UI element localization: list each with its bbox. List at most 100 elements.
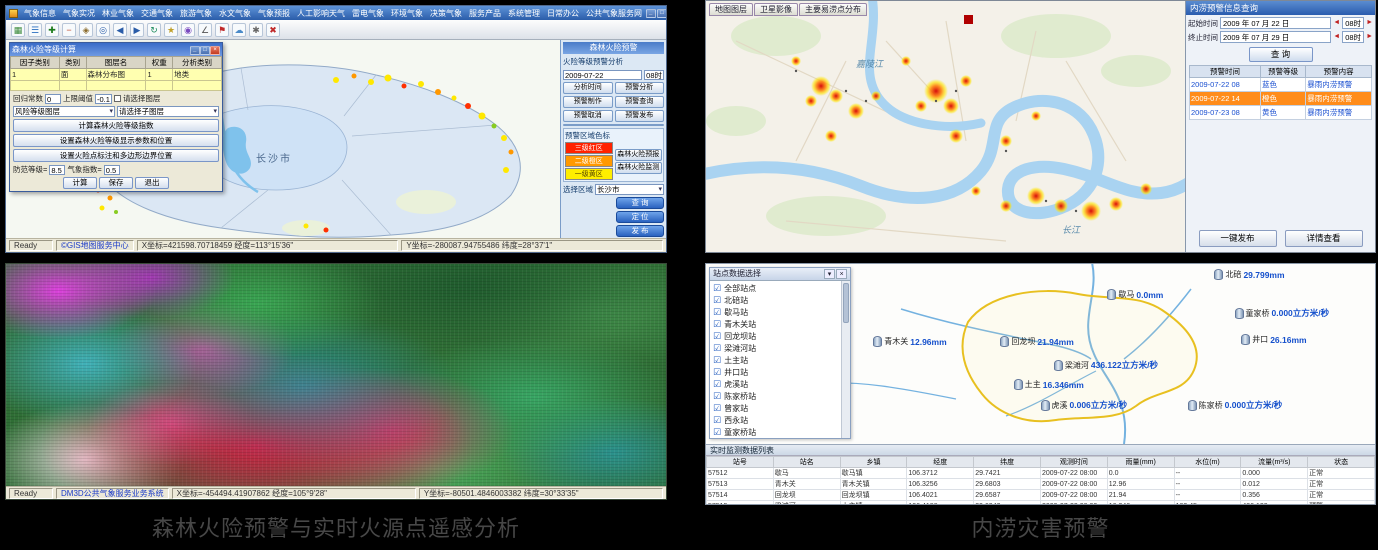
station-marker[interactable]: 梁滩河 436.122立方米/秒: [1054, 359, 1158, 371]
scrollbar[interactable]: [841, 281, 850, 438]
toolbar-icon[interactable]: ◀: [113, 23, 127, 37]
toolbar-icon[interactable]: ☰: [28, 23, 42, 37]
station-checkbox-item[interactable]: 土主站: [713, 354, 839, 366]
station-checkbox-item[interactable]: 陈家桥站: [713, 390, 839, 402]
station-marker[interactable]: 井口 26.16mm: [1241, 334, 1306, 345]
menu-item[interactable]: 气象预报: [255, 8, 293, 19]
station-marker[interactable]: 回龙坝 21.94mm: [1000, 336, 1073, 347]
table-row[interactable]: 57512歇马歇马镇106.371229.74212009-07-22 08:0…: [707, 468, 1375, 479]
table-row[interactable]: 57515梁滩河土主镇106.418829.63422009-07-22 08:…: [707, 501, 1375, 506]
menu-item[interactable]: 雷电气象: [349, 8, 387, 19]
table-row[interactable]: 1面森林分布图1地类: [11, 69, 222, 81]
query-button[interactable]: 查 询: [1249, 47, 1313, 62]
toolbar-icon[interactable]: ▦: [11, 23, 25, 37]
menu-item[interactable]: 水文气象: [216, 8, 254, 19]
collapse-icon[interactable]: [824, 269, 835, 279]
toolbar-icon[interactable]: ↻: [147, 23, 161, 37]
column-header[interactable]: 状态: [1308, 457, 1375, 468]
menu-item[interactable]: 公共气象服务网: [583, 8, 645, 19]
station-checkbox-item[interactable]: 歇马站: [713, 306, 839, 318]
toolbar-icon[interactable]: ✖: [266, 23, 280, 37]
table-row[interactable]: 57513青木关青木关镇106.325629.68032009-07-22 08…: [707, 479, 1375, 490]
station-checkbox-item[interactable]: 全部站点: [713, 282, 839, 294]
toolbar-icon[interactable]: ✚: [45, 23, 59, 37]
menu-item[interactable]: 林业气象: [99, 8, 137, 19]
region-combo[interactable]: 长沙市: [595, 184, 664, 195]
maximize-icon[interactable]: [200, 46, 210, 55]
menu-item[interactable]: 气象信息: [21, 8, 59, 19]
toolbar-icon[interactable]: ★: [164, 23, 178, 37]
spin-right-icon[interactable]: [1366, 31, 1373, 43]
menu-item[interactable]: 旅游气象: [177, 8, 215, 19]
toolbar-icon[interactable]: ⚑: [215, 23, 229, 37]
param1-input[interactable]: 8.5: [49, 165, 65, 175]
toolbar-icon[interactable]: ◈: [79, 23, 93, 37]
station-marker[interactable]: 陈家桥 0.000立方米/秒: [1188, 399, 1283, 411]
menu-item[interactable]: 系统管理: [505, 8, 543, 19]
dialog-button[interactable]: 退出: [135, 177, 169, 189]
dialog-button[interactable]: 保存: [99, 177, 133, 189]
tree-titlebar[interactable]: 站点数据选择: [710, 268, 850, 281]
checkbox[interactable]: [114, 95, 121, 102]
table-row[interactable]: 57514回龙坝回龙坝镇106.402129.65872009-07-22 08…: [707, 490, 1375, 501]
warning-button[interactable]: 分析时间: [563, 82, 613, 94]
column-header[interactable]: 因子类别: [11, 57, 60, 69]
layer-combo[interactable]: 风险等级图层: [13, 106, 115, 117]
warning-row[interactable]: 2009-07-22 08蓝色暴雨内涝预警: [1190, 78, 1372, 92]
sidebar-button[interactable]: 详情查看: [1285, 230, 1363, 247]
column-header[interactable]: 分析类别: [173, 57, 222, 69]
sublayer-combo[interactable]: 请选择子图层: [117, 106, 219, 117]
fire-mode-button[interactable]: 森林火险预报: [615, 149, 663, 161]
warning-button[interactable]: 预警查询: [615, 96, 665, 108]
layer-tab[interactable]: 卫星影像: [754, 3, 798, 16]
menu-item[interactable]: 日常办公: [544, 8, 582, 19]
layer-tab[interactable]: 主要易涝点分布: [799, 3, 867, 16]
station-checkbox-item[interactable]: 梁滩河站: [713, 342, 839, 354]
column-header[interactable]: 类别: [59, 57, 86, 69]
station-checkbox-item[interactable]: 童家桥站: [713, 426, 839, 438]
column-header[interactable]: 纬度: [974, 457, 1041, 468]
warning-button[interactable]: 预警分析: [615, 82, 665, 94]
warning-row[interactable]: 2009-07-23 08黄色暴雨内涝预警: [1190, 106, 1372, 120]
column-header[interactable]: 预警时间: [1190, 66, 1261, 78]
warning-button[interactable]: 预警取消: [563, 110, 613, 122]
close-icon[interactable]: [210, 46, 220, 55]
station-checkbox-item[interactable]: 井口站: [713, 366, 839, 378]
dialog-action-button[interactable]: 设置森林火险等级显示参数和位置: [13, 134, 219, 147]
sidebar-button[interactable]: 一键发布: [1199, 230, 1277, 247]
action-button[interactable]: 定 位: [616, 211, 664, 223]
station-marker[interactable]: 虎溪 0.006立方米/秒: [1041, 399, 1128, 411]
station-marker[interactable]: 土主 16.346mm: [1014, 379, 1084, 390]
warning-button[interactable]: 预警制作: [563, 96, 613, 108]
toolbar-icon[interactable]: ◎: [96, 23, 110, 37]
station-checkbox-item[interactable]: 青木关站: [713, 318, 839, 330]
column-header[interactable]: 水位(m): [1174, 457, 1241, 468]
toolbar-icon[interactable]: −: [62, 23, 76, 37]
threshold-input[interactable]: -0.1: [95, 94, 112, 104]
hour-from-input[interactable]: 08时: [1342, 17, 1364, 29]
toolbar-icon[interactable]: ✱: [249, 23, 263, 37]
hour-to-input[interactable]: 08时: [1342, 31, 1364, 43]
station-map[interactable]: 北碚 29.799mm 歇马 0.0mm 童家桥 0.000立方米/秒 青木关 …: [706, 264, 1375, 444]
station-checkbox-item[interactable]: 西永站: [713, 414, 839, 426]
fire-mode-button[interactable]: 森林火险监测: [615, 162, 663, 174]
date-input[interactable]: 2009-07-22: [563, 70, 642, 80]
menu-item[interactable]: 决策气象: [427, 8, 465, 19]
maximize-icon[interactable]: [657, 9, 666, 18]
scrollbar-thumb[interactable]: [843, 283, 849, 323]
column-header[interactable]: 乡镇: [840, 457, 907, 468]
column-header[interactable]: 流量(m³/s): [1241, 457, 1308, 468]
station-marker[interactable]: 北碚 29.799mm: [1214, 269, 1284, 280]
action-button[interactable]: 发 布: [616, 225, 664, 237]
minimize-icon[interactable]: [190, 46, 200, 55]
column-header[interactable]: 预警等级: [1260, 66, 1305, 78]
warning-row[interactable]: 2009-07-22 14橙色暴雨内涝预警: [1190, 92, 1372, 106]
date-to-input[interactable]: 2009 年 07 月 29 日: [1220, 31, 1331, 43]
column-header[interactable]: 权重: [146, 57, 173, 69]
warning-button[interactable]: 预警发布: [615, 110, 665, 122]
column-header[interactable]: 经度: [907, 457, 974, 468]
toolbar-icon[interactable]: ∠: [198, 23, 212, 37]
layer-tab[interactable]: 地图图层: [709, 3, 753, 16]
alert-marker[interactable]: [964, 15, 973, 24]
toolbar-icon[interactable]: ◉: [181, 23, 195, 37]
